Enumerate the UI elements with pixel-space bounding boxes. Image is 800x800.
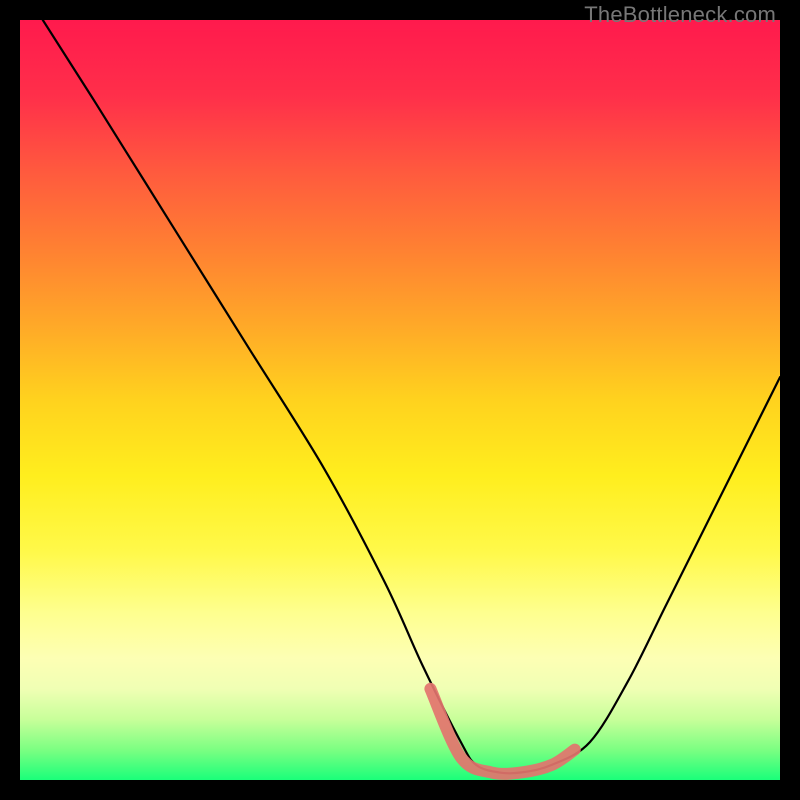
bottleneck-curve (43, 20, 780, 773)
highlight-segment (430, 689, 574, 774)
chart-svg (20, 20, 780, 780)
plot-area (20, 20, 780, 780)
chart-frame: TheBottleneck.com (0, 0, 800, 800)
watermark-text: TheBottleneck.com (584, 2, 776, 28)
